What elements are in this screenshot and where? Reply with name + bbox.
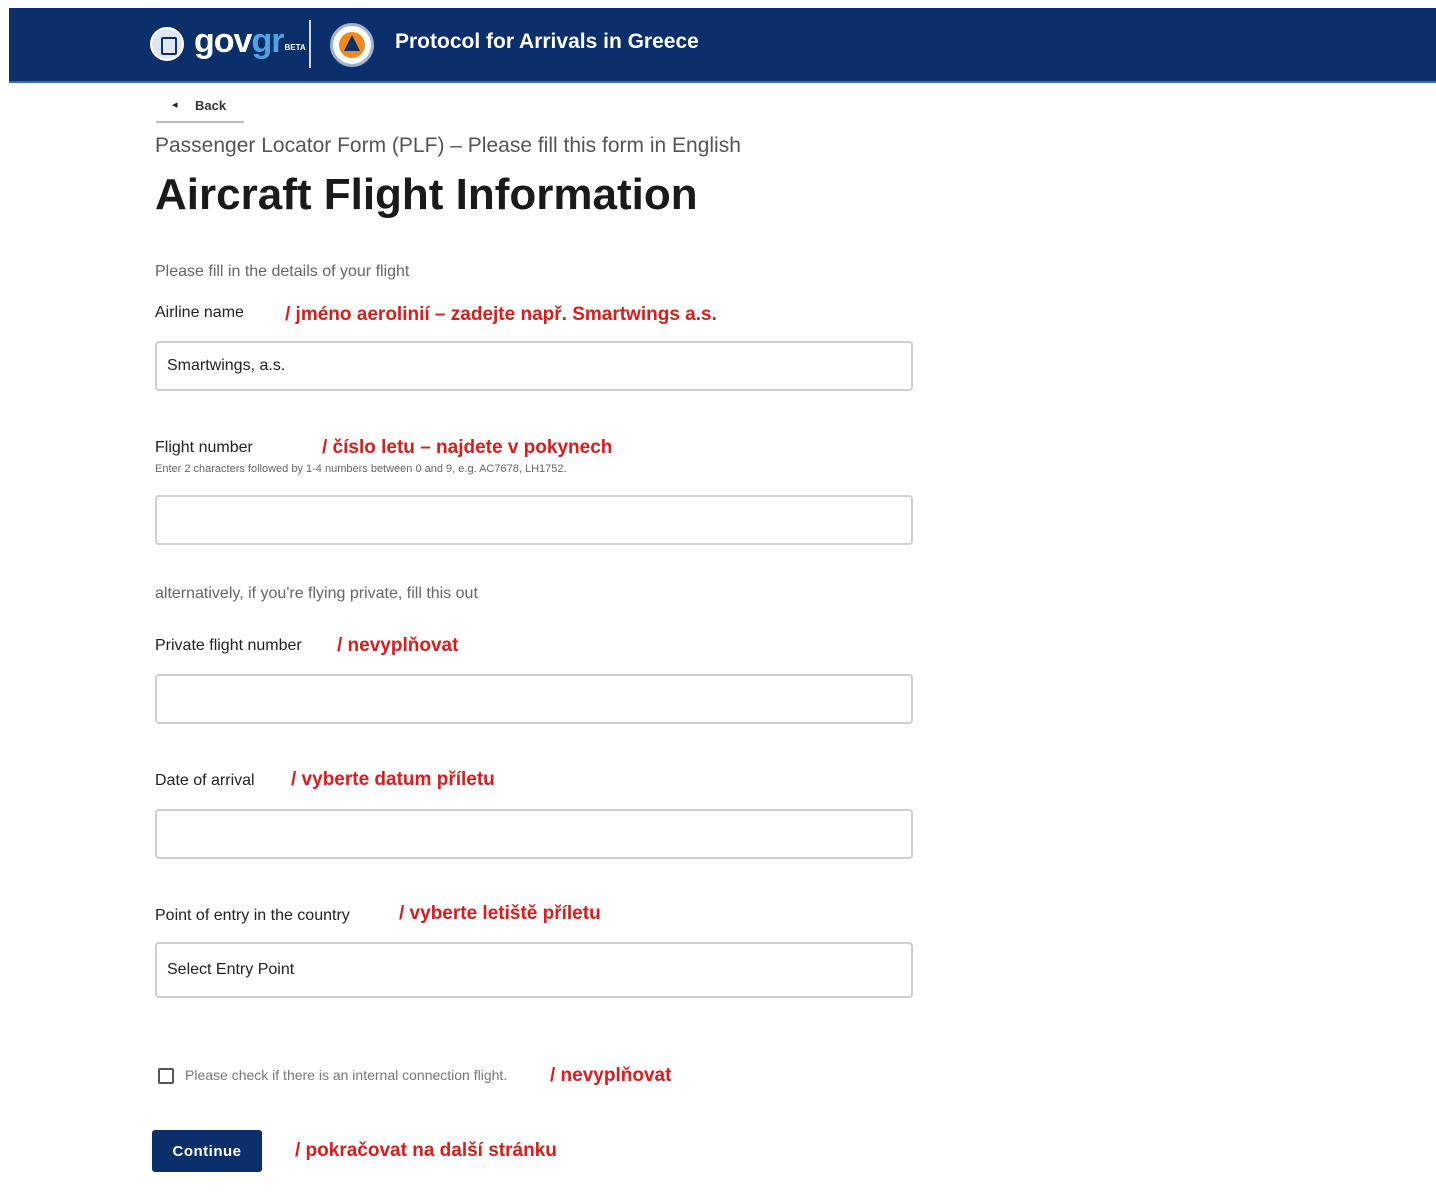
arrival-date-label: Date of arrival: [155, 772, 255, 789]
flight-number-note: / číslo letu – najdete v pokynech: [322, 437, 613, 458]
entry-point-note: / vyberte letiště příletu: [399, 903, 601, 924]
greek-emblem-icon: [150, 27, 184, 61]
flight-number-label: Flight number: [155, 439, 253, 456]
continue-note: / pokračovat na další stránku: [295, 1140, 557, 1161]
airline-name-label: Airline name: [155, 304, 244, 321]
logo-text-gov: gov: [194, 22, 252, 60]
intro-text: Please fill in the details of your fligh…: [155, 263, 410, 280]
entry-point-select[interactable]: Select Entry Point: [155, 942, 913, 998]
flight-number-input[interactable]: [155, 495, 913, 545]
connection-flight-label[interactable]: Please check if there is an internal con…: [185, 1067, 507, 1083]
private-flight-intro: alternatively, if you're flying private,…: [155, 585, 478, 602]
govgr-logo[interactable]: govgrBETA: [194, 22, 306, 61]
private-flight-number-input[interactable]: [155, 674, 913, 724]
header-title: Protocol for Arrivals in Greece: [395, 30, 699, 53]
private-flight-number-label: Private flight number: [155, 637, 302, 654]
page-subtitle: Passenger Locator Form (PLF) – Please fi…: [155, 134, 741, 157]
entry-point-label: Point of entry in the country: [155, 907, 350, 924]
flight-number-hint: Enter 2 characters followed by 1-4 numbe…: [155, 463, 567, 475]
airline-name-note: / jméno aerolinií – zadejte např. Smartw…: [285, 304, 717, 325]
arrival-date-input[interactable]: [155, 809, 913, 859]
continue-button[interactable]: Continue: [152, 1130, 262, 1172]
back-link[interactable]: ◂ Back: [156, 97, 244, 123]
back-label: Back: [195, 98, 227, 113]
private-flight-number-note: / nevyplňovat: [337, 635, 459, 656]
site-header: govgrBETA Protocol for Arrivals in Greec…: [9, 8, 1436, 83]
logo-divider: [309, 20, 311, 68]
page-title: Aircraft Flight Information: [155, 170, 698, 219]
connection-flight-checkbox[interactable]: [158, 1068, 174, 1084]
civil-protection-emblem-icon: [330, 23, 374, 67]
connection-flight-note: / nevyplňovat: [550, 1065, 672, 1086]
logo-beta: BETA: [284, 43, 306, 52]
arrival-date-note: / vyberte datum příletu: [291, 769, 495, 790]
logo-text-gr: gr: [251, 22, 284, 60]
chevron-left-icon: ◂: [172, 99, 178, 111]
airline-name-input[interactable]: Smartwings, a.s.: [155, 341, 913, 391]
